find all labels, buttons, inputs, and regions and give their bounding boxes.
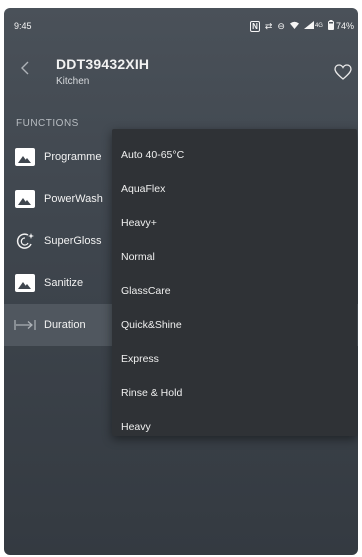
wifi-icon — [289, 21, 299, 31]
duration-arrow-icon — [14, 314, 36, 336]
menu-option-auto[interactable]: Auto 40-65°C — [112, 138, 357, 172]
menu-option-normal[interactable]: Normal — [112, 240, 357, 274]
back-arrow-icon[interactable] — [20, 61, 30, 75]
functions-section-label: FUNCTIONS — [16, 118, 79, 129]
status-icons: N ⇄ ⊖ 4G 74% — [250, 20, 354, 32]
function-label: Duration — [44, 319, 86, 331]
menu-option-heavy[interactable]: Heavy — [112, 410, 357, 444]
network-type: 4G — [314, 23, 323, 29]
function-label: SuperGloss — [44, 235, 102, 247]
appliance-name: DDT39432XIH — [56, 56, 150, 72]
status-time: 9:45 — [14, 21, 32, 31]
signal-icon — [303, 21, 314, 31]
sync-icon: ⇄ — [264, 20, 273, 31]
favorite-heart-icon[interactable] — [334, 64, 352, 80]
menu-option-glasscare[interactable]: GlassCare — [112, 274, 357, 308]
appliance-location: Kitchen — [56, 76, 90, 87]
battery-icon — [327, 20, 334, 32]
function-label: PowerWash — [44, 193, 103, 205]
nfc-icon: N — [250, 20, 260, 32]
menu-option-express[interactable]: Express — [112, 342, 357, 376]
function-label: Sanitize — [44, 277, 84, 289]
programme-dropdown-menu: Auto 40-65°C AquaFlex Heavy+ Normal Glas… — [112, 129, 357, 436]
status-bar: 9:45 N ⇄ ⊖ 4G 74% — [4, 8, 358, 34]
app-screen: 9:45 N ⇄ ⊖ 4G 74% DDT39432XIH Kitchen FU… — [4, 8, 358, 555]
function-label: Programme — [44, 151, 102, 163]
image-icon — [14, 188, 36, 210]
image-icon — [14, 146, 36, 168]
do-not-disturb-icon: ⊖ — [277, 20, 285, 31]
menu-option-heavy-plus[interactable]: Heavy+ — [112, 206, 357, 240]
menu-option-aquaflex[interactable]: AquaFlex — [112, 172, 357, 206]
app-header: DDT39432XIH Kitchen — [4, 34, 358, 94]
menu-option-rinse-hold[interactable]: Rinse & Hold — [112, 376, 357, 410]
image-icon — [14, 272, 36, 294]
menu-option-quick-shine[interactable]: Quick&Shine — [112, 308, 357, 342]
supergloss-icon — [14, 230, 36, 252]
battery-level: 74% — [335, 21, 354, 31]
